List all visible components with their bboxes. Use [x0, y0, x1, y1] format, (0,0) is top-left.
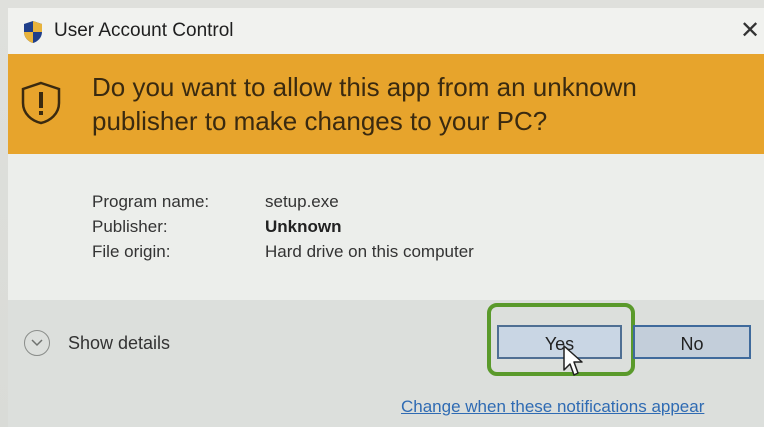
- change-notifications-link[interactable]: Change when these notifications appear: [401, 397, 704, 417]
- close-icon: ✕: [739, 17, 761, 44]
- warning-banner: Do you want to allow this app from an un…: [8, 54, 764, 154]
- file-origin-value: Hard drive on this computer: [265, 242, 474, 261]
- close-button[interactable]: ✕: [736, 14, 764, 48]
- chevron-down-icon: [24, 330, 50, 356]
- no-button[interactable]: No: [633, 325, 751, 359]
- info-row-program: Program name: setup.exe: [92, 192, 339, 212]
- file-origin-label: File origin:: [92, 242, 171, 261]
- uac-dialog: User Account Control ✕ Do you want to al…: [8, 8, 764, 427]
- window-title: User Account Control: [54, 20, 234, 41]
- info-row-origin: File origin: Hard drive on this computer: [92, 242, 474, 262]
- title-bar: User Account Control ✕: [8, 8, 764, 54]
- info-row-publisher: Publisher: Unknown: [92, 217, 342, 237]
- mouse-cursor-icon: [563, 345, 583, 376]
- show-details-label: Show details: [68, 332, 171, 353]
- dialog-footer: Show details Yes No Change when these no…: [8, 300, 764, 427]
- shield-icon: [24, 21, 42, 43]
- banner-question: Do you want to allow this app from an un…: [92, 72, 637, 136]
- publisher-label: Publisher:: [92, 217, 168, 236]
- publisher-value: Unknown: [265, 217, 342, 236]
- program-name-label: Program name:: [92, 192, 210, 211]
- program-info: Program name: setup.exe Publisher: Unknown…: [8, 154, 764, 300]
- warning-shield-icon: [21, 81, 61, 125]
- photo-background: User Account Control ✕ Do you want to al…: [0, 0, 764, 427]
- program-name-value: setup.exe: [265, 192, 339, 211]
- show-details-toggle[interactable]: Show details: [24, 328, 170, 358]
- yes-button[interactable]: Yes: [497, 325, 622, 359]
